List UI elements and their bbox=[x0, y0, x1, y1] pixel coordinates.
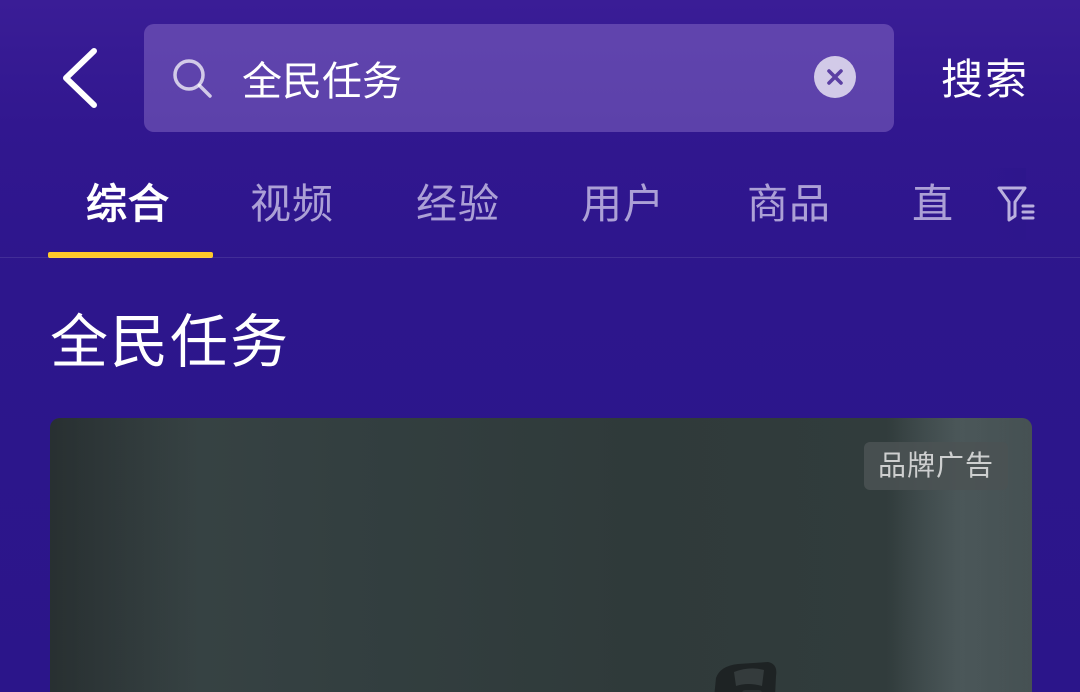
clear-search-button[interactable] bbox=[814, 56, 856, 98]
brand-ad-badge: 品牌广告 bbox=[864, 442, 1009, 490]
search-results-screen: 搜索 综合 视频 经验 用户 商品 直 全民任务 品牌广告 bbox=[0, 0, 1080, 692]
search-bar bbox=[144, 24, 894, 132]
close-icon bbox=[827, 69, 843, 85]
search-input[interactable] bbox=[242, 49, 782, 107]
result-tabs: 综合 视频 经验 用户 商品 直 bbox=[48, 168, 1080, 260]
ad-image-shade bbox=[50, 418, 200, 692]
chevron-left-icon bbox=[63, 48, 97, 108]
tab-experience[interactable]: 经验 bbox=[416, 168, 500, 240]
section-title: 全民任务 bbox=[50, 308, 291, 376]
ad-image-object bbox=[714, 662, 777, 692]
filter-icon bbox=[997, 186, 1035, 222]
search-icon bbox=[173, 59, 212, 98]
tab-live[interactable]: 直 bbox=[912, 168, 954, 240]
tab-comprehensive[interactable]: 综合 bbox=[86, 168, 170, 240]
tabs-divider bbox=[0, 257, 1080, 258]
tab-products[interactable]: 商品 bbox=[747, 168, 831, 240]
tab-video[interactable]: 视频 bbox=[250, 168, 334, 240]
filter-button[interactable] bbox=[994, 182, 1038, 226]
brand-ad-card[interactable]: 品牌广告 bbox=[50, 418, 1032, 692]
search-button[interactable]: 搜索 bbox=[941, 50, 1029, 110]
back-button[interactable] bbox=[48, 40, 112, 116]
tab-users[interactable]: 用户 bbox=[581, 168, 665, 240]
